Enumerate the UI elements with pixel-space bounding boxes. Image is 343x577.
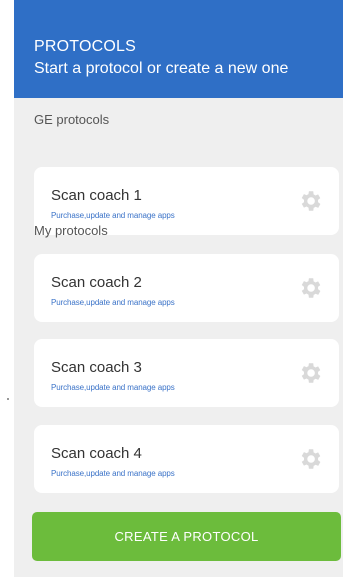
protocol-card-3[interactable]: Scan coach 3 Purchase,update and manage … xyxy=(34,339,339,407)
protocols-panel: PROTOCOLS Start a protocol or create a n… xyxy=(14,0,343,577)
protocol-card-2[interactable]: Scan coach 2 Purchase,update and manage … xyxy=(34,254,339,322)
gear-icon[interactable] xyxy=(297,275,323,301)
gear-icon[interactable] xyxy=(297,360,323,386)
section-label-ge-protocols: GE protocols xyxy=(34,112,110,127)
protocol-name: Scan coach 3 xyxy=(51,359,142,376)
protocol-card-4[interactable]: Scan coach 4 Purchase,update and manage … xyxy=(34,425,339,493)
create-protocol-button[interactable]: CREATE A PROTOCOL xyxy=(32,512,341,561)
gear-icon[interactable] xyxy=(297,446,323,472)
protocol-subtitle: Purchase,update and manage apps xyxy=(51,469,175,478)
protocols-header: PROTOCOLS Start a protocol or create a n… xyxy=(14,0,343,98)
protocol-subtitle: Purchase,update and manage apps xyxy=(51,298,175,307)
section-label-my-protocols: My protocols xyxy=(34,223,108,238)
header-subtitle: Start a protocol or create a new one xyxy=(34,60,289,77)
stray-dot xyxy=(7,398,9,400)
protocol-name: Scan coach 4 xyxy=(51,445,142,462)
protocol-name: Scan coach 2 xyxy=(51,274,142,291)
protocol-subtitle: Purchase,update and manage apps xyxy=(51,211,175,220)
protocol-subtitle: Purchase,update and manage apps xyxy=(51,383,175,392)
gear-icon[interactable] xyxy=(297,188,323,214)
header-title: PROTOCOLS xyxy=(34,38,136,55)
protocol-name: Scan coach 1 xyxy=(51,187,142,204)
